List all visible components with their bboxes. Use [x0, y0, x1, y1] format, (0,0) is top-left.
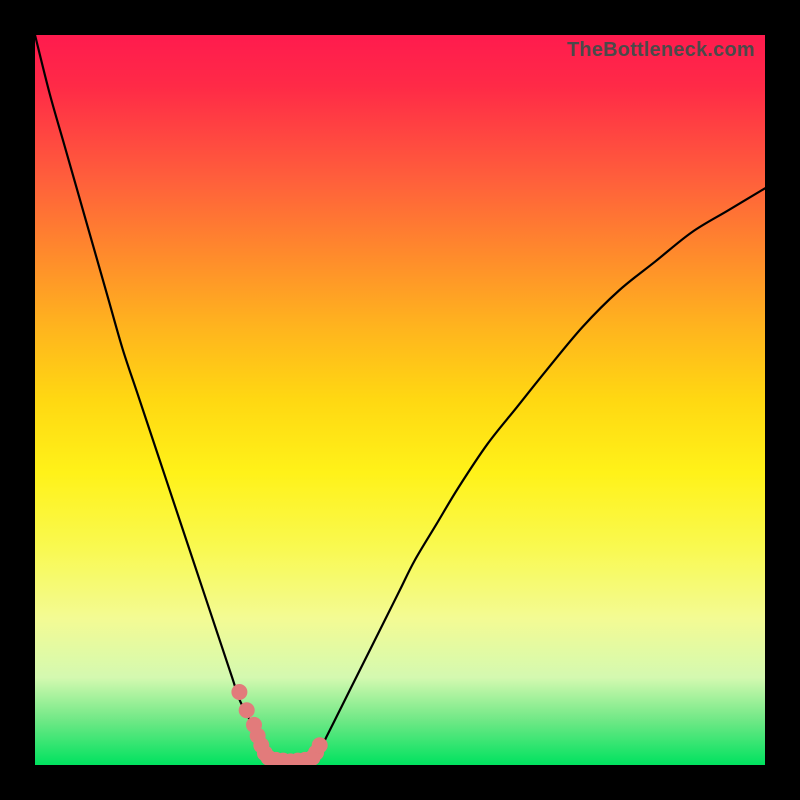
- watermark-text: TheBottleneck.com: [567, 39, 755, 62]
- curve-left: [35, 35, 269, 758]
- highlight-dot: [312, 737, 328, 753]
- highlight-dot: [283, 753, 299, 765]
- curve-right: [312, 188, 765, 757]
- highlight-dot: [308, 745, 324, 761]
- highlight-dot: [268, 752, 284, 765]
- chart-canvas: [35, 35, 765, 765]
- plot-area: TheBottleneck.com: [35, 35, 765, 765]
- highlight-dot: [239, 702, 255, 718]
- curve-floor: [269, 758, 313, 760]
- highlight-dot: [297, 752, 313, 765]
- highlight-dot: [246, 717, 262, 733]
- highlight-dot: [250, 728, 266, 744]
- highlight-dot: [275, 753, 291, 765]
- highlight-dot: [257, 745, 273, 761]
- highlight-dot: [290, 753, 306, 765]
- highlight-dots: [231, 684, 327, 765]
- chart-frame: TheBottleneck.com: [0, 0, 800, 800]
- highlight-dot: [261, 750, 277, 765]
- highlight-dot: [304, 750, 320, 765]
- highlight-dot: [231, 684, 247, 700]
- highlight-dot: [253, 737, 269, 753]
